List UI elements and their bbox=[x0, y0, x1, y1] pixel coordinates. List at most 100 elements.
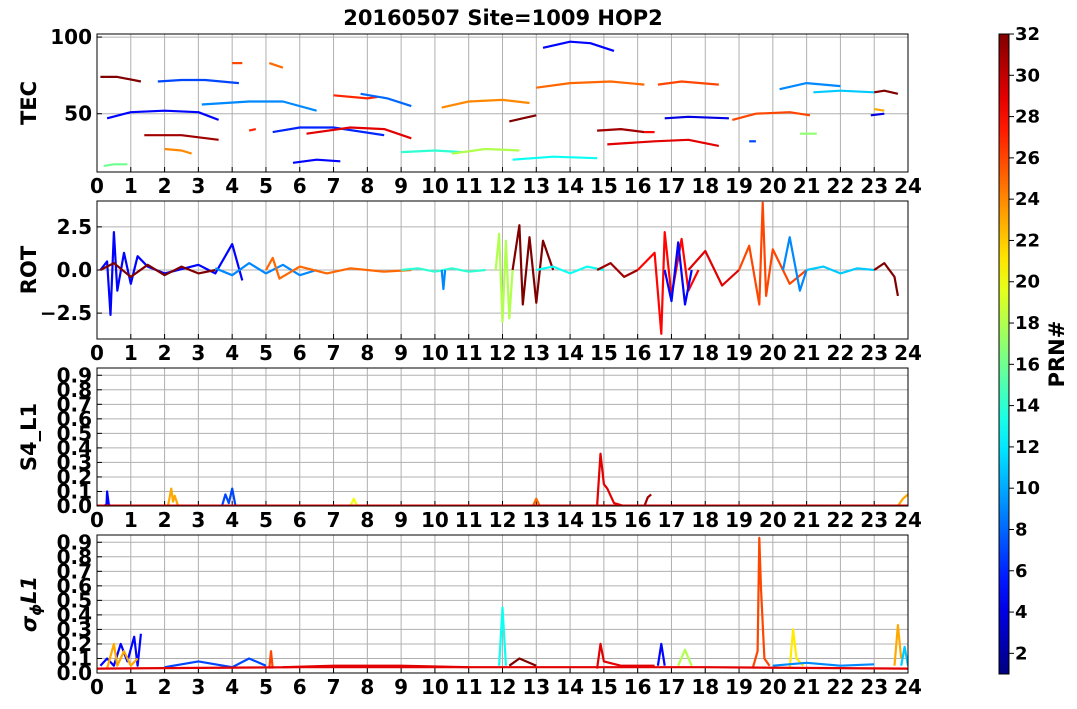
x-tick-label: 3 bbox=[191, 174, 205, 198]
panel-rot: 0 1 2 3 4 5 6 7 8 9 10 11 12 13 14 15 16 17 18 19 20 21 22 23 24… bbox=[17, 200, 922, 365]
panel-s4-l1: 0 1 2 3 4 5 6 7 8 9 10 11 12 13 14 15 16 17 18 19 20 21 22 23 24… bbox=[17, 363, 922, 532]
x-tick-label: 23 bbox=[860, 675, 888, 699]
colorbar-tick-label: 10 bbox=[1015, 478, 1040, 499]
x-tick-label: 21 bbox=[793, 508, 821, 532]
x-tick-label: 23 bbox=[860, 174, 888, 198]
colorbar-tick-label: 12 bbox=[1015, 437, 1040, 458]
x-tick-label: 8 bbox=[360, 174, 374, 198]
colorbar-tick-label: 28 bbox=[1015, 107, 1040, 128]
x-tick-label: 11 bbox=[455, 341, 483, 365]
x-tick-label: 24 bbox=[894, 508, 922, 532]
colorbar-tick-label: 30 bbox=[1015, 65, 1040, 86]
x-tick-label: 16 bbox=[624, 174, 652, 198]
x-tick-label: 24 bbox=[894, 675, 922, 699]
x-tick-label: 18 bbox=[691, 341, 719, 365]
x-tick-label: 15 bbox=[590, 508, 618, 532]
x-tick-label: 0 bbox=[90, 341, 104, 365]
panels: 0 1 2 3 4 5 6 7 8 9 10 11 12 13 14 15 16 17 18 19 20 21 22 23 24… bbox=[17, 25, 922, 699]
x-tick-label: 4 bbox=[225, 675, 239, 699]
x-tick-label: 16 bbox=[624, 508, 652, 532]
x-tick-label: 11 bbox=[455, 174, 483, 198]
x-tick-label: 20 bbox=[759, 174, 787, 198]
colorbar-label: PRN# bbox=[1045, 321, 1069, 388]
x-tick-label: 18 bbox=[691, 675, 719, 699]
x-tick-label: 2 bbox=[158, 341, 172, 365]
x-tick-label: 1 bbox=[124, 341, 138, 365]
colorbar-tick-label: 4 bbox=[1015, 602, 1028, 623]
x-tick-label: 0 bbox=[90, 174, 104, 198]
x-tick-label: 6 bbox=[293, 341, 307, 365]
y-axis-label: ROT bbox=[17, 245, 41, 294]
panel-tec: 0 1 2 3 4 5 6 7 8 9 10 11 12 13 14 15 16 17 18 19 20 21 22 23 24… bbox=[17, 25, 922, 198]
figure-title: 20160507 Site=1009 HOP2 bbox=[343, 6, 663, 30]
x-tick-label: 5 bbox=[259, 174, 273, 198]
x-tick-label: 22 bbox=[826, 174, 854, 198]
x-tick-label: 18 bbox=[691, 174, 719, 198]
x-tick-label: 23 bbox=[860, 508, 888, 532]
x-tick-label: 17 bbox=[658, 508, 686, 532]
x-tick-label: 14 bbox=[556, 508, 584, 532]
x-tick-label: 16 bbox=[624, 341, 652, 365]
x-tick-label: 21 bbox=[793, 174, 821, 198]
x-tick-label: 2 bbox=[158, 508, 172, 532]
x-tick-label: 13 bbox=[522, 675, 550, 699]
x-tick-label: 12 bbox=[489, 675, 517, 699]
x-tick-label: 6 bbox=[293, 675, 307, 699]
x-tick-label: 7 bbox=[327, 341, 341, 365]
x-tick-label: 10 bbox=[421, 174, 449, 198]
x-tick-label: 20 bbox=[759, 341, 787, 365]
x-tick-label: 13 bbox=[522, 508, 550, 532]
figure: 20160507 Site=1009 HOP2 0 1 2 3 4 5 6 7 8 9 10 11 12… bbox=[17, 6, 1069, 699]
x-tick-label: 3 bbox=[191, 508, 205, 532]
x-tick-label: 9 bbox=[394, 508, 408, 532]
colorbar-tick-label: 24 bbox=[1015, 189, 1040, 210]
x-tick-label: 15 bbox=[590, 675, 618, 699]
colorbar-tick-label: 26 bbox=[1015, 148, 1040, 169]
x-tick-label: 1 bbox=[124, 174, 138, 198]
x-tick-label: 21 bbox=[793, 675, 821, 699]
x-tick-label: 18 bbox=[691, 508, 719, 532]
x-tick-label: 20 bbox=[759, 508, 787, 532]
x-tick-label: 23 bbox=[860, 341, 888, 365]
x-tick-label: 22 bbox=[826, 675, 854, 699]
x-tick-label: 12 bbox=[489, 508, 517, 532]
x-tick-label: 7 bbox=[327, 508, 341, 532]
colorbar-tick-label: 18 bbox=[1015, 313, 1040, 334]
x-tick-label: 4 bbox=[225, 508, 239, 532]
x-tick-label: 19 bbox=[725, 341, 753, 365]
colorbar-tick-label: 16 bbox=[1015, 354, 1040, 375]
colorbar-tick-label: 32 bbox=[1015, 24, 1040, 45]
x-tick-label: 17 bbox=[658, 675, 686, 699]
x-tick-label: 7 bbox=[327, 174, 341, 198]
x-tick-label: 3 bbox=[191, 675, 205, 699]
x-tick-label: 5 bbox=[259, 675, 273, 699]
y-tick-label: 0.9 bbox=[57, 363, 92, 387]
x-tick-label: 4 bbox=[225, 174, 239, 198]
colorbar-tick-label: 22 bbox=[1015, 230, 1040, 251]
y-tick-label: −2.5 bbox=[40, 301, 92, 325]
colorbar-tick-label: 2 bbox=[1015, 643, 1028, 664]
y-tick-label: 100 bbox=[50, 25, 92, 49]
x-tick-label: 8 bbox=[360, 675, 374, 699]
x-tick-label: 14 bbox=[556, 174, 584, 198]
x-tick-label: 1 bbox=[124, 508, 138, 532]
x-tick-label: 11 bbox=[455, 508, 483, 532]
x-tick-label: 14 bbox=[556, 341, 584, 365]
y-tick-label: 0.9 bbox=[57, 530, 92, 554]
x-tick-label: 5 bbox=[259, 508, 273, 532]
x-tick-label: 16 bbox=[624, 675, 652, 699]
x-tick-label: 17 bbox=[658, 341, 686, 365]
x-tick-label: 5 bbox=[259, 341, 273, 365]
x-tick-label: 12 bbox=[489, 174, 517, 198]
y-axis-label: TEC bbox=[17, 81, 41, 125]
x-tick-label: 8 bbox=[360, 508, 374, 532]
y-tick-label: 50 bbox=[64, 102, 92, 126]
colorbar-tick-label: 14 bbox=[1015, 396, 1040, 417]
x-tick-label: 22 bbox=[826, 341, 854, 365]
y-tick-label: 0.0 bbox=[57, 258, 92, 282]
x-tick-label: 10 bbox=[421, 341, 449, 365]
x-tick-label: 9 bbox=[394, 174, 408, 198]
colorbar-gradient bbox=[999, 34, 1009, 674]
x-tick-label: 6 bbox=[293, 508, 307, 532]
y-tick-label: 2.5 bbox=[57, 215, 92, 239]
